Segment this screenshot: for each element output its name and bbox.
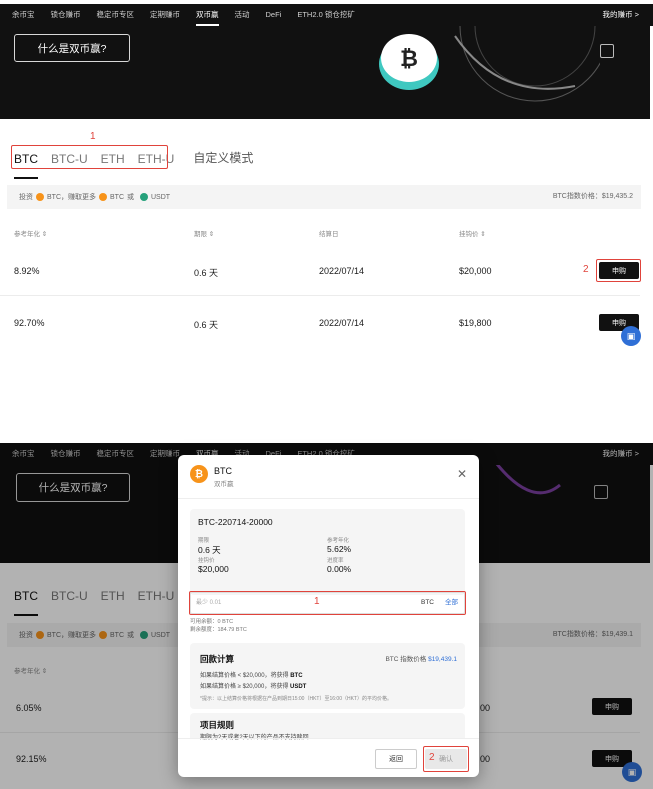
btc-icon [36, 193, 44, 201]
top-nav: 余币宝 锁仓赚币 稳定币专区 定期赚币 双币赢 活动 DeFi ETH2.0 锁… [0, 4, 653, 26]
info-bar: 投资 BTC ，赚取更多 BTC 或 USDT BTC指数价格：$19,435.… [7, 185, 641, 209]
col-settle-date: 结算日 [319, 231, 339, 238]
progress-label: 进度率 [327, 558, 344, 564]
col-apy[interactable]: 参考年化 ⇕ [14, 228, 47, 238]
available-balance: 可用余额：0 BTC [190, 619, 234, 625]
nav-item[interactable]: 稳定币专区 [97, 4, 135, 26]
annotation-number-2: 2 [429, 752, 435, 763]
col-term[interactable]: 期限 ⇕ [194, 228, 214, 238]
row-price: $19,800 [459, 318, 492, 328]
invest-text: 投资 [19, 194, 33, 201]
calc-index-price: BTC 指数价格 $19,439.1 [385, 656, 457, 663]
back-button[interactable]: 返回 [375, 749, 417, 769]
close-icon[interactable]: ✕ [457, 467, 467, 481]
rules-title: 项目规则 [200, 720, 235, 730]
all-button[interactable]: 全部 [445, 593, 458, 613]
or-text: 或 [127, 194, 134, 201]
annotation-number-1: 1 [314, 596, 320, 607]
calc-line-above: 如果结算价格 ≥ $20,000，将获得 USDT [200, 684, 307, 690]
progress-value: 0.00% [327, 564, 352, 574]
my-earn-link[interactable]: 我的赚币 > [603, 4, 639, 26]
coin-label: BTC [110, 193, 124, 201]
modal-footer: 返回 确认 2 [178, 738, 479, 777]
row-date: 2022/07/14 [319, 266, 365, 276]
nav-item[interactable]: DeFi [266, 4, 282, 26]
btc-index-price: BTC指数价格：$19,435.2 [552, 193, 633, 200]
hero-checkbox[interactable] [600, 44, 614, 58]
table-row: 8.92% 0.6 天 2022/07/14 $20,000 申购 [0, 246, 640, 296]
subscribe-button[interactable]: 申购 [599, 262, 639, 279]
btc-icon [99, 193, 107, 201]
annotation-number-1: 1 [90, 131, 96, 142]
subscribe-modal: ₿ BTC 双币赢 ✕ BTC-220714-20000 期限 0.6 天 参考… [178, 455, 479, 777]
calc-note: *提示：以上结算价格将根据在产品到期日15:00（HKT）至16:00（HKT）… [200, 696, 392, 702]
table-row: 92.70% 0.6 天 2022/07/14 $19,800 申购 [0, 297, 640, 347]
nav-item[interactable]: 定期赚币 [150, 4, 180, 26]
tab-btc[interactable]: BTC [14, 152, 38, 179]
amount-input[interactable]: 最少 0.01 BTC 全部 [190, 592, 465, 614]
target-price-value: $20,000 [198, 564, 229, 574]
coin-tabs: BTC BTC-U ETH ETH-U 自定义模式 [14, 149, 266, 179]
product-card: BTC-220714-20000 期限 0.6 天 参考年化 5.62% 挂钩价… [190, 509, 465, 595]
tab-custom-mode[interactable]: 自定义模式 [193, 149, 253, 171]
amount-placeholder: 最少 0.01 [196, 600, 222, 606]
row-term: 0.6 天 [194, 268, 219, 278]
tab-btc-u[interactable]: BTC-U [51, 152, 88, 171]
tab-eth-u[interactable]: ETH-U [138, 152, 175, 171]
apy-value: 5.62% [327, 544, 352, 554]
row-price: $20,000 [459, 266, 492, 276]
calc-line-below: 如果结算价格 < $20,000，将获得 BTC [200, 673, 303, 679]
what-is-dual-button[interactable]: 什么是双币赢? [14, 34, 130, 62]
bitcoin-coin-illustration: ₿ [379, 26, 600, 102]
col-target-price[interactable]: 挂钩价 ⇕ [459, 228, 486, 238]
nav-item[interactable]: 锁仓赚币 [51, 4, 81, 26]
btc-icon: ₿ [190, 465, 208, 483]
annotation-number-2: 2 [583, 264, 589, 275]
row-date: 2022/07/14 [319, 318, 365, 328]
modal-header: ₿ BTC 双币赢 ✕ [178, 455, 479, 499]
target-price-label: 挂钩价 [198, 558, 215, 564]
row-apy: 92.70% [14, 318, 45, 328]
nav-item-active[interactable]: 双币赢 [196, 4, 219, 26]
remaining-quota: 剩余额度：184.79 BTC [190, 627, 247, 633]
nav-item[interactable]: 余币宝 [12, 4, 35, 26]
svg-text:₿: ₿ [400, 47, 418, 72]
usdt-icon [140, 193, 148, 201]
calc-title: 回款计算 [200, 654, 235, 664]
nav-item[interactable]: ETH2.0 锁仓挖矿 [297, 4, 355, 26]
product-id: BTC-220714-20000 [198, 517, 273, 527]
amount-unit: BTC [421, 599, 434, 606]
coin-label: BTC [47, 193, 61, 201]
coin-label: USDT [151, 193, 171, 201]
modal-title: BTC [214, 466, 232, 476]
term-label: 期限 [198, 538, 210, 544]
tab-eth[interactable]: ETH [101, 152, 125, 171]
row-apy: 8.92% [14, 266, 40, 276]
apy-label: 参考年化 [327, 538, 350, 544]
modal-subtitle: 双币赢 [214, 481, 234, 488]
row-term: 0.6 天 [194, 320, 219, 330]
hero-banner: 什么是双币赢? ₿ [0, 26, 650, 119]
term-value: 0.6 天 [198, 545, 221, 555]
chat-icon[interactable]: ▣ [621, 326, 641, 346]
earn-text: ，赚取更多 [61, 194, 96, 201]
nav-item[interactable]: 活动 [235, 4, 250, 26]
rules-section: 项目规则 期限为2天或者2天以下的产品不支持赎回 [190, 713, 465, 741]
payout-calc-section: 回款计算 BTC 指数价格 $19,439.1 如果结算价格 < $20,000… [190, 643, 465, 709]
